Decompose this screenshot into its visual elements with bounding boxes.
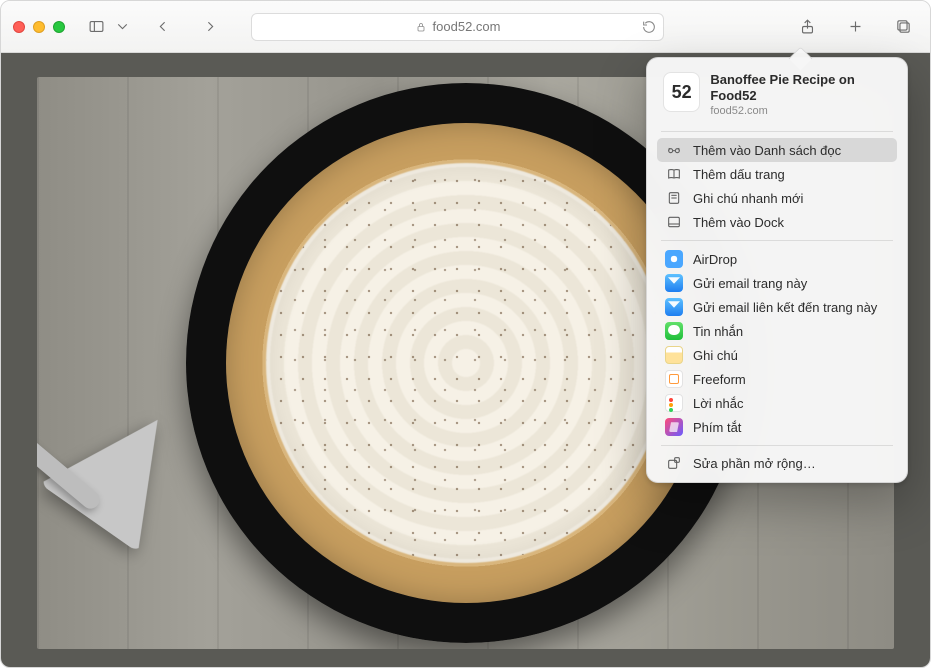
share-icon [799,18,816,35]
messages-icon [665,322,683,340]
chevron-left-icon [154,18,171,35]
share-item-label: Freeform [693,372,746,387]
separator [661,240,893,241]
share-item-email-link[interactable]: Gửi email liên kết đến trang này [657,295,897,319]
titlebar: food52.com [1,1,930,53]
pie-sprinkle [266,163,666,563]
share-favicon: 52 [663,72,700,112]
address-bar-domain: food52.com [433,19,501,34]
lock-icon [415,21,427,33]
sidebar-menu-button[interactable] [113,13,131,41]
mail-icon [665,274,683,292]
sidebar-controls [81,13,131,41]
chevron-right-icon [202,18,219,35]
share-button[interactable] [792,13,822,41]
toolbar-right [672,13,918,41]
share-item-label: AirDrop [693,252,737,267]
sidebar-toggle-button[interactable] [81,13,111,41]
share-popover-header: 52 Banoffee Pie Recipe on Food52 food52.… [653,68,901,127]
share-item-label: Thêm vào Dock [693,215,784,230]
safari-window: food52.com [0,0,931,668]
plus-icon [847,18,864,35]
share-domain: food52.com [710,105,891,117]
forward-button[interactable] [195,13,225,41]
mail-icon [665,298,683,316]
reload-icon[interactable] [641,19,657,35]
share-item-label: Gửi email trang này [693,276,807,291]
minimize-window-button[interactable] [33,21,45,33]
share-app-actions: AirDrop Gửi email trang này Gửi email li… [653,245,901,441]
share-item-label: Thêm vào Danh sách đọc [693,143,841,158]
share-item-notes[interactable]: Ghi chú [657,343,897,367]
share-item-email-page[interactable]: Gửi email trang này [657,271,897,295]
share-item-quick-note[interactable]: Ghi chú nhanh mới [657,186,897,210]
extension-icon [665,454,683,472]
share-item-label: Phím tắt [693,420,741,435]
share-item-label: Thêm dấu trang [693,167,785,182]
tabs-icon [895,18,912,35]
book-icon [665,165,683,183]
window-controls [13,21,65,33]
back-button[interactable] [147,13,177,41]
share-item-airdrop[interactable]: AirDrop [657,247,897,271]
share-item-label: Gửi email liên kết đến trang này [693,300,877,315]
fullscreen-window-button[interactable] [53,21,65,33]
share-item-edit-extensions[interactable]: Sửa phần mở rộng… [653,450,901,476]
share-item-reminders[interactable]: Lời nhắc [657,391,897,415]
freeform-icon [665,370,683,388]
share-popover: 52 Banoffee Pie Recipe on Food52 food52.… [646,57,908,483]
reminders-icon [665,394,683,412]
close-window-button[interactable] [13,21,25,33]
share-item-reading-list[interactable]: Thêm vào Danh sách đọc [657,138,897,162]
share-item-add-to-dock[interactable]: Thêm vào Dock [657,210,897,234]
share-item-messages[interactable]: Tin nhắn [657,319,897,343]
glasses-icon [665,141,683,159]
share-meta: Banoffee Pie Recipe on Food52 food52.com [710,72,891,117]
address-bar[interactable]: food52.com [251,13,664,41]
share-item-label: Sửa phần mở rộng… [693,456,816,471]
share-item-shortcuts[interactable]: Phím tắt [657,415,897,439]
share-item-freeform[interactable]: Freeform [657,367,897,391]
navigation-controls [147,13,225,41]
share-item-label: Ghi chú nhanh mới [693,191,803,206]
sidebar-icon [88,18,105,35]
dock-icon [665,213,683,231]
tab-overview-button[interactable] [888,13,918,41]
share-item-bookmark[interactable]: Thêm dấu trang [657,162,897,186]
notes-icon [665,346,683,364]
share-item-label: Tin nhắn [693,324,743,339]
shortcuts-icon [665,418,683,436]
note-icon [665,189,683,207]
share-title: Banoffee Pie Recipe on Food52 [710,72,891,103]
separator [661,445,893,446]
new-tab-button[interactable] [840,13,870,41]
separator [661,131,893,132]
share-item-label: Ghi chú [693,348,738,363]
airdrop-icon [665,250,683,268]
share-item-label: Lời nhắc [693,396,743,411]
chevron-down-icon [114,18,131,35]
share-system-actions: Thêm vào Danh sách đọc Thêm dấu trang Gh… [653,136,901,236]
